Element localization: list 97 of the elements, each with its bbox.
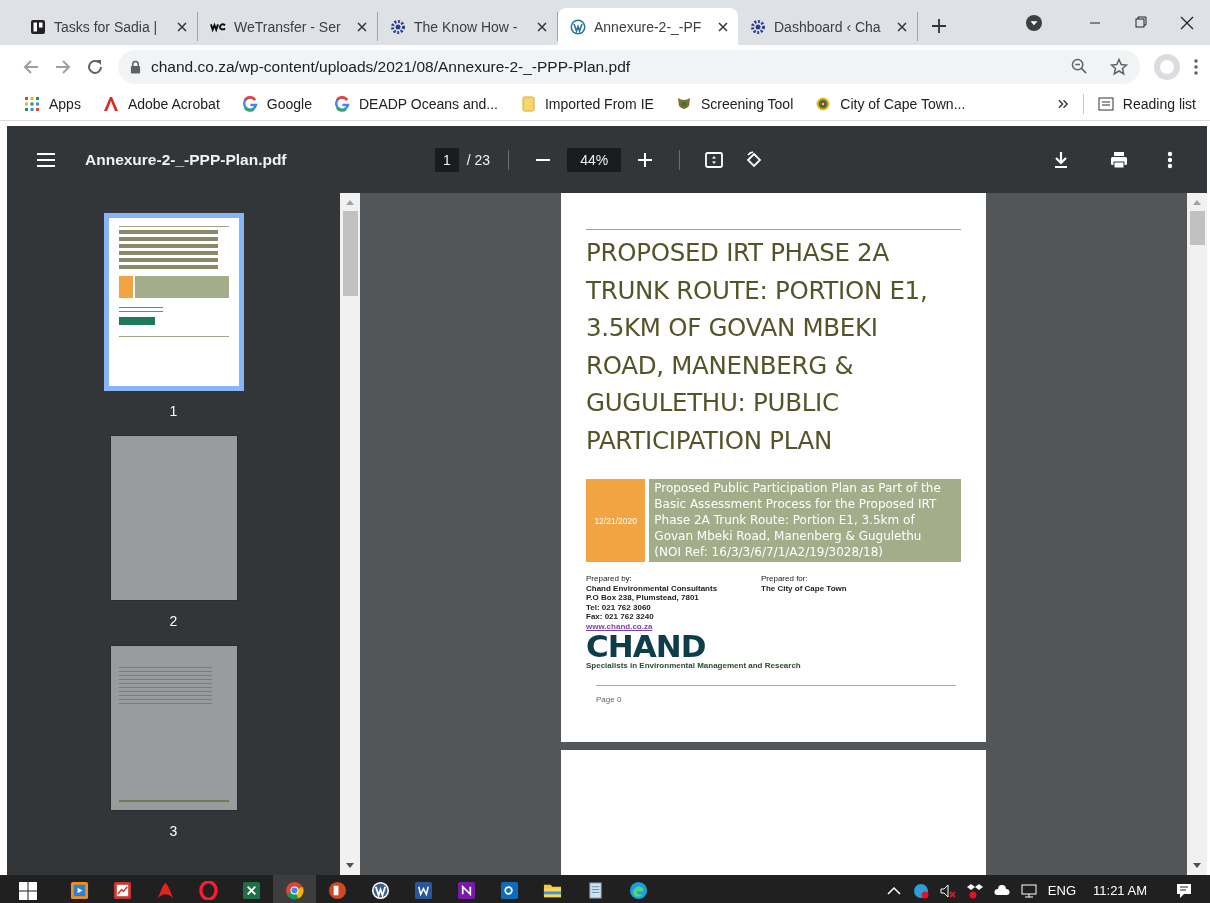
board-icon bbox=[30, 18, 46, 35]
logo-tagline: Specialists in Environmental Management and Research bbox=[586, 661, 801, 671]
website-link[interactable]: www.chand.co.za bbox=[586, 621, 653, 631]
google-g-icon bbox=[241, 96, 258, 112]
scrollbar[interactable] bbox=[340, 193, 360, 875]
gear-icon bbox=[750, 18, 766, 35]
opera-icon bbox=[199, 881, 218, 900]
close-icon[interactable] bbox=[177, 21, 187, 32]
sync-badge-icon[interactable] bbox=[912, 882, 929, 899]
scroll-thumb[interactable] bbox=[1189, 211, 1205, 245]
page-thumbnail[interactable] bbox=[103, 213, 244, 391]
client-name: The City of Cape Town bbox=[761, 583, 847, 593]
bookmark[interactable]: Adobe Acrobat bbox=[102, 96, 220, 112]
language-indicator[interactable]: ENG bbox=[1047, 883, 1077, 898]
contact-line: Tel: 021 762 3060 bbox=[586, 602, 651, 612]
browser-tab[interactable]: WeTransfer - Ser bbox=[198, 12, 378, 41]
lock-icon bbox=[130, 59, 141, 74]
date-label: 12/21/2020 bbox=[586, 479, 646, 562]
prepared-for-heading: Prepared for: bbox=[761, 574, 808, 584]
mail-icon bbox=[500, 881, 519, 900]
clock[interactable]: 11:21 AM bbox=[1093, 883, 1147, 898]
contact-line: P.O Box 238, Plumstead, 7801 bbox=[586, 593, 699, 603]
dropbox-icon[interactable] bbox=[966, 882, 983, 899]
zoom-level-field[interactable]: 44% bbox=[567, 147, 622, 172]
close-icon[interactable] bbox=[718, 21, 728, 32]
more-options-icon[interactable] bbox=[1167, 149, 1173, 170]
wordpress-icon bbox=[371, 881, 390, 900]
taskbar-app[interactable] bbox=[273, 875, 316, 903]
browser-tab[interactable]: Tasks for Sadia | bbox=[18, 12, 198, 41]
crest-icon bbox=[675, 96, 692, 112]
page-footer: Page 0 bbox=[596, 694, 622, 704]
scrollbar[interactable] bbox=[1187, 193, 1207, 875]
notepad-icon bbox=[586, 881, 605, 900]
windows-start-icon[interactable] bbox=[18, 880, 38, 901]
prepared-by-heading: Prepared by: bbox=[586, 574, 632, 584]
new-tab-icon[interactable] bbox=[932, 19, 946, 33]
ring-logo-icon bbox=[815, 96, 832, 112]
contact-line: Chand Environmental Consultants bbox=[586, 583, 718, 593]
notebook-icon bbox=[457, 881, 476, 900]
company-logo: CHAND bbox=[586, 631, 706, 661]
document-subtitle: Proposed Public Participation Plan as Part of the Basic Assessment Process for the Proposed IRT Phase 2A Trunk Route: Portion E1, 3.5km of Govan Mbeki Road, Manenberg & Gugulethu (NOI Ref: 16/3/3/6/7/1/A2/19/3028/18) bbox=[649, 479, 961, 562]
bookmark-folder-icon bbox=[520, 96, 536, 112]
acrobat-icon bbox=[102, 96, 119, 112]
page-count: / 23 bbox=[466, 151, 491, 168]
apps-grid-icon bbox=[24, 96, 40, 112]
spreadsheet-icon bbox=[242, 881, 261, 900]
star-icon[interactable] bbox=[1110, 57, 1128, 76]
page-number-label: 2 bbox=[169, 613, 178, 629]
scroll-down-icon[interactable] bbox=[346, 863, 354, 869]
wordpress-icon bbox=[570, 18, 586, 35]
page-thumbnail[interactable] bbox=[109, 435, 238, 601]
print-icon[interactable] bbox=[1109, 149, 1129, 170]
speaker-muted-icon[interactable] bbox=[939, 882, 956, 899]
close-icon[interactable] bbox=[537, 21, 547, 32]
back-arrow-icon[interactable] bbox=[22, 57, 40, 76]
reading-list-button[interactable]: Reading list bbox=[1097, 96, 1196, 112]
menu-icon[interactable] bbox=[37, 152, 55, 167]
address-bar[interactable]: chand.co.za/wp-content/uploads/2021/08/Annexure-2-_-PPP-Plan.pdf bbox=[118, 49, 1140, 84]
bookmark[interactable]: Screening Tool bbox=[675, 96, 794, 112]
google-g-icon bbox=[333, 96, 350, 112]
more-menu-icon[interactable] bbox=[1194, 58, 1198, 75]
scroll-thumb[interactable] bbox=[342, 211, 358, 296]
reading-list-icon bbox=[1097, 96, 1114, 112]
page-number-field[interactable]: 1 bbox=[435, 147, 459, 172]
acrobat-icon bbox=[156, 881, 175, 900]
media-player-icon bbox=[70, 881, 89, 900]
page-number-label: 1 bbox=[169, 403, 178, 419]
edge-icon bbox=[629, 881, 648, 900]
chart-icon bbox=[113, 881, 132, 900]
page-thumbnail[interactable] bbox=[109, 645, 238, 811]
browser-tab[interactable]: Dashboard ‹ Cha bbox=[738, 12, 918, 41]
close-icon[interactable] bbox=[357, 21, 367, 32]
network-icon[interactable] bbox=[1020, 882, 1037, 899]
page-number-label: 3 bbox=[169, 823, 178, 839]
document-icon bbox=[414, 881, 433, 900]
presentation-icon bbox=[328, 881, 347, 900]
document-title: PROPOSED IRT PHASE 2A TRUNK ROUTE: PORTION E1, 3.5KM OF GOVAN MBEKI ROAD, MANENBERG & GUGULETHU: PUBLIC PARTICIPATION PLAN bbox=[586, 237, 929, 457]
file-name: Annexure-2-_-PPP-Plan.pdf bbox=[85, 150, 288, 169]
fit-page-icon[interactable] bbox=[704, 149, 725, 170]
browser-tab[interactable]: Annexure-2-_-PF bbox=[558, 8, 738, 45]
gear-icon bbox=[390, 18, 406, 35]
notification-icon[interactable] bbox=[1176, 882, 1192, 899]
contact-line: Fax: 021 762 3240 bbox=[586, 612, 654, 622]
bookmark[interactable]: City of Cape Town... bbox=[815, 96, 966, 112]
scroll-down-icon[interactable] bbox=[1193, 863, 1201, 869]
bookmark[interactable]: Apps bbox=[24, 96, 81, 112]
url-text: chand.co.za/wp-content/uploads/2021/08/Annexure-2-_-PPP-Plan.pdf bbox=[151, 57, 631, 76]
chevron-icon[interactable] bbox=[1057, 99, 1069, 109]
bookmark[interactable]: DEADP Oceans and... bbox=[333, 96, 498, 112]
bookmark[interactable]: Google bbox=[241, 96, 312, 112]
reload-icon[interactable] bbox=[86, 57, 104, 76]
forward-arrow-icon[interactable] bbox=[54, 57, 72, 76]
zoom-out-icon[interactable] bbox=[1071, 58, 1088, 75]
chrome-icon bbox=[285, 881, 304, 900]
bookmark[interactable]: Imported From IE bbox=[520, 96, 654, 112]
close-icon[interactable] bbox=[897, 21, 907, 32]
tab-search-icon[interactable] bbox=[1026, 14, 1042, 31]
